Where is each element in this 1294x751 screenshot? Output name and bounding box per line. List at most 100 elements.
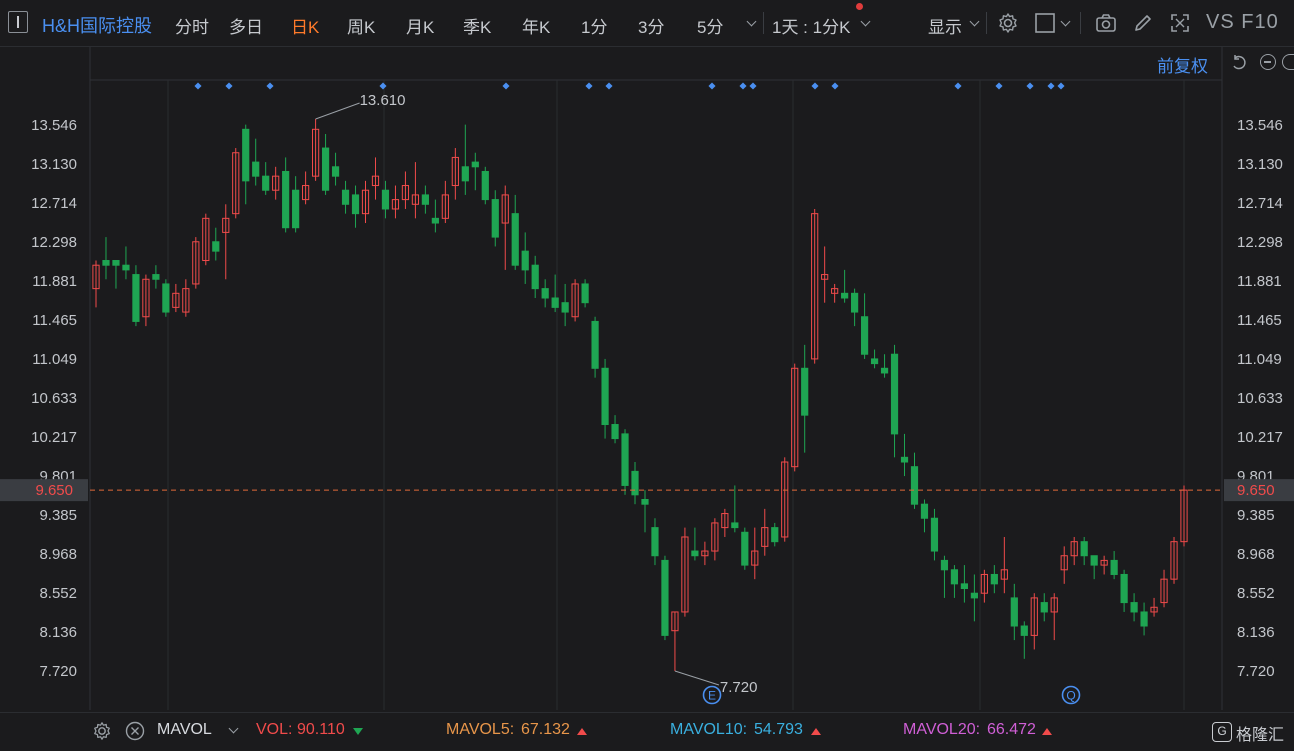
kline-chart[interactable]: 13.546 13.546 13.130 13.130 12.714 12.714 12.2… xyxy=(0,47,1294,712)
tab-daily-k[interactable]: 日K xyxy=(291,13,319,38)
candle-down xyxy=(1040,602,1048,613)
candle-down xyxy=(1110,559,1118,575)
price-tick-label-right: 13.546 xyxy=(1237,117,1283,134)
mavol10-value: 54.793 xyxy=(754,721,803,738)
f10-button[interactable]: F10 xyxy=(1241,11,1278,33)
settings-gear-icon[interactable] xyxy=(997,12,1019,34)
candle-down xyxy=(102,260,110,266)
up-triangle-icon xyxy=(811,728,821,735)
candle-down xyxy=(581,283,589,304)
camera-icon[interactable] xyxy=(1095,12,1117,34)
candle-down xyxy=(122,264,130,271)
price-tick-label-left: 12.714 xyxy=(31,195,77,212)
notification-dot xyxy=(856,3,863,10)
indicator-chevron-icon[interactable] xyxy=(228,723,239,734)
close-indicator-icon[interactable] xyxy=(125,721,145,741)
indicator-settings-icon[interactable] xyxy=(92,721,112,741)
zoom-in-icon[interactable] xyxy=(1282,54,1294,70)
more-periods-chevron-icon[interactable] xyxy=(746,16,757,27)
price-tick-label-left: 11.049 xyxy=(32,351,77,368)
candle-down xyxy=(970,592,978,599)
candle-down xyxy=(112,260,120,266)
price-tick-label-left: 10.633 xyxy=(31,390,77,407)
candle-down xyxy=(900,456,909,463)
price-tick-label-right: 13.130 xyxy=(1237,156,1283,173)
tab-quarterly-k[interactable]: 季K xyxy=(463,13,491,38)
low-leader-line xyxy=(674,670,720,686)
candle-down xyxy=(132,274,140,322)
price-tick-label-left: 13.130 xyxy=(31,156,77,173)
undo-icon[interactable] xyxy=(1230,54,1248,72)
candle-down xyxy=(461,166,469,182)
indicator-selector[interactable]: MAVOL xyxy=(157,721,212,739)
tab-weekly-k[interactable]: 周K xyxy=(347,13,375,38)
tab-intraday[interactable]: 分时 xyxy=(175,13,209,38)
stock-name[interactable]: H&H国际控股 xyxy=(42,12,152,38)
candle-down xyxy=(1130,602,1138,613)
price-tick-label-left: 9.385 xyxy=(39,507,77,524)
price-tick-label-left: 11.465 xyxy=(32,312,77,329)
candle-down xyxy=(521,250,529,271)
price-tick-label-left: 13.546 xyxy=(31,117,77,134)
fullscreen-icon[interactable] xyxy=(1169,12,1191,34)
tab-1min[interactable]: 1分 xyxy=(581,13,607,38)
brand-logo-text: 格隆汇 xyxy=(1236,727,1285,744)
layout-chevron-icon[interactable] xyxy=(1060,16,1071,27)
candle-down xyxy=(661,559,669,636)
candle-down xyxy=(960,583,969,590)
event-marker-label: Q xyxy=(1066,689,1075,703)
tab-multi-day[interactable]: 多日 xyxy=(229,13,263,38)
event-dot xyxy=(225,82,233,90)
draw-pencil-icon[interactable] xyxy=(1132,12,1154,34)
candle-down xyxy=(870,358,879,365)
price-tick-label-right: 10.633 xyxy=(1237,390,1283,407)
tab-monthly-k[interactable]: 月K xyxy=(406,13,434,38)
candle-down xyxy=(860,316,869,355)
interval-selector[interactable]: 1天 : 1分K xyxy=(772,13,850,38)
event-dot xyxy=(831,82,839,90)
event-dot xyxy=(749,82,757,90)
candle-down xyxy=(1120,573,1128,604)
candle-down xyxy=(541,288,549,299)
candlestick-svg[interactable]: 13.546 13.546 13.130 13.130 12.714 12.714 12.2… xyxy=(0,47,1294,712)
price-tick-label-right: 7.720 xyxy=(1237,663,1275,680)
candle-down xyxy=(212,241,220,252)
candle-down xyxy=(341,189,350,205)
tab-yearly-k[interactable]: 年K xyxy=(522,13,550,38)
low-price-label: 7.720 xyxy=(720,679,758,696)
candle-down xyxy=(252,161,260,177)
display-menu[interactable]: 显示 xyxy=(928,13,962,38)
compare-vs-button[interactable]: VS F10 xyxy=(1206,11,1279,34)
candle-down xyxy=(930,517,939,552)
candle-down xyxy=(920,503,929,519)
price-tick-label-right: 11.465 xyxy=(1237,312,1282,329)
symbol-selector-button[interactable] xyxy=(8,11,28,33)
candle-down xyxy=(611,424,619,440)
tab-3min[interactable]: 3分 xyxy=(638,13,664,38)
event-dot xyxy=(1047,82,1055,90)
candle-down xyxy=(351,194,360,215)
candle-down xyxy=(880,367,889,374)
candle-down xyxy=(851,292,859,313)
price-tick-label-left: 11.881 xyxy=(32,273,77,290)
interval-chevron-icon[interactable] xyxy=(860,16,871,27)
price-tick-label-left: 10.217 xyxy=(31,429,77,446)
candle-down xyxy=(1140,611,1148,627)
candle-down xyxy=(601,367,609,426)
candle-down xyxy=(731,522,739,529)
display-chevron-icon[interactable] xyxy=(969,16,980,27)
candle-down xyxy=(950,569,959,585)
event-dot xyxy=(379,82,387,90)
candle-down xyxy=(621,433,629,486)
zoom-out-icon[interactable] xyxy=(1260,54,1276,70)
forward-adjust-button[interactable]: 前复权 xyxy=(1157,52,1208,77)
price-tick-label-left: 7.720 xyxy=(39,663,77,680)
down-triangle-icon xyxy=(353,728,363,735)
price-tick-label-right: 10.217 xyxy=(1237,429,1283,446)
layout-square-icon[interactable] xyxy=(1034,12,1056,34)
tab-5min[interactable]: 5分 xyxy=(697,13,723,38)
candle-down xyxy=(321,147,330,191)
separator xyxy=(1080,12,1081,34)
high-leader-line xyxy=(315,102,360,120)
volume-indicator-bar: MAVOL VOL: 90.110 MAVOL5: 67.132 MAVOL10… xyxy=(0,712,1294,751)
